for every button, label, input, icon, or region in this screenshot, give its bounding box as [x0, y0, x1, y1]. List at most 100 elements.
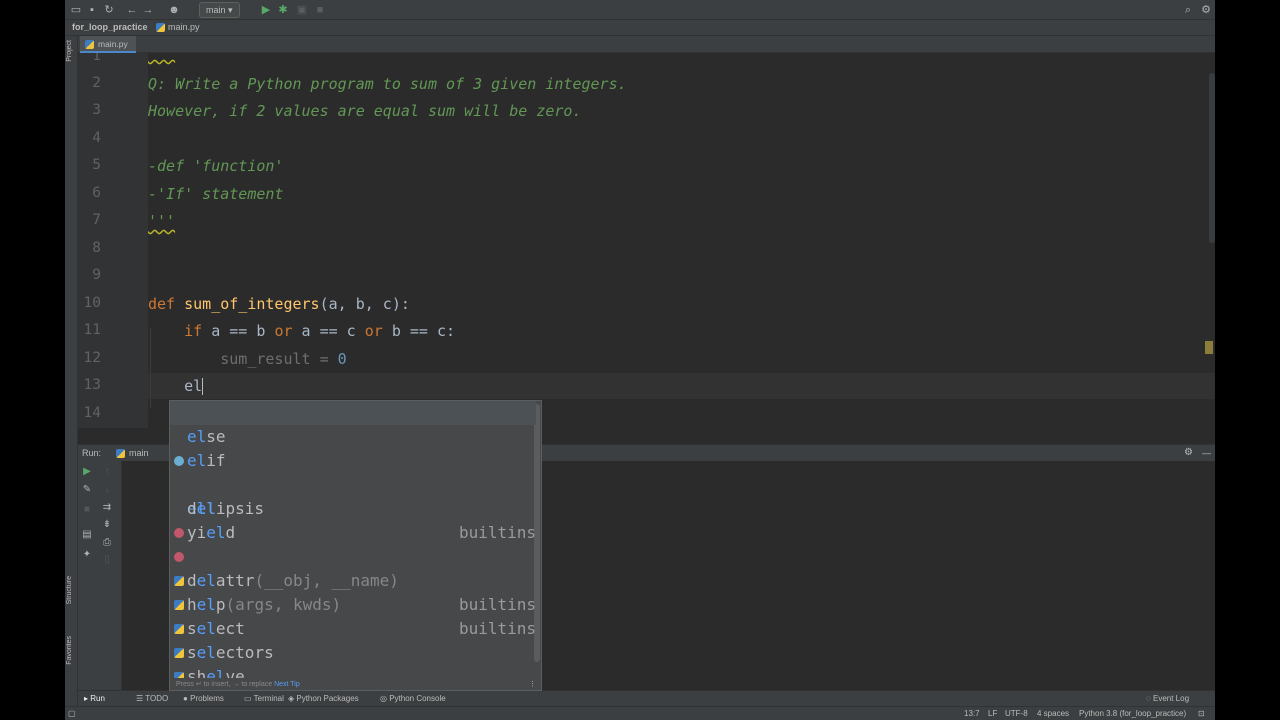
- line-number: 2: [92, 75, 101, 91]
- code-line-12: sum_result = 0: [148, 350, 347, 368]
- event-log-button[interactable]: ◌ Event Log: [1146, 691, 1189, 707]
- completion-item-else[interactable]: else: [170, 401, 536, 446]
- stop-icon[interactable]: ■: [81, 504, 93, 516]
- code-line-5: -def 'function': [148, 157, 284, 175]
- editor-tabs: main.py: [78, 36, 1215, 53]
- code-line-6: -'If' statement: [148, 185, 284, 203]
- function-kind-icon: [174, 528, 184, 538]
- file-encoding[interactable]: UTF-8: [1005, 707, 1028, 720]
- stop-icon[interactable]: ■: [312, 2, 328, 18]
- editor-scrollbar[interactable]: [1209, 73, 1215, 243]
- wrench-icon[interactable]: ✎: [81, 484, 93, 496]
- minimize-icon[interactable]: —: [1202, 445, 1211, 461]
- completion-item-yield[interactable]: yield: [170, 497, 536, 542]
- keyword: if: [184, 322, 203, 340]
- project-tool-button[interactable]: Project: [66, 40, 73, 62]
- python-packages-tool-button[interactable]: ◈ Python Packages: [288, 691, 359, 707]
- breadcrumb-project[interactable]: for_loop_practice: [72, 20, 148, 35]
- code-line-13: el: [148, 377, 204, 395]
- favorites-tool-button[interactable]: Favorites: [66, 636, 73, 665]
- completion-item-telnetlib[interactable]: telnetlib: [170, 641, 536, 665]
- tab-main-py[interactable]: main.py: [80, 36, 136, 53]
- run-tab-main[interactable]: main: [129, 445, 149, 461]
- left-tool-stripe: Project Structure Favorites: [65, 36, 78, 706]
- main-toolbar: ▭ ▪ ↻ ← → ☻ main ▾ ▶ ✱ ▣ ■ ⌕ ⚙: [65, 0, 1215, 20]
- forward-arrow-icon[interactable]: →: [140, 2, 156, 18]
- module-kind-icon: [174, 576, 184, 586]
- layout-icon[interactable]: ▤: [81, 529, 93, 541]
- line-number: 5: [92, 157, 101, 173]
- down-arrow-icon[interactable]: ↓: [101, 484, 113, 496]
- completion-item-selectors[interactable]: selectors: [170, 593, 536, 662]
- completion-item-delattr[interactable]: delattr(__obj, __name) builtins: [170, 521, 536, 614]
- terminal-tool-label: Terminal: [253, 694, 284, 703]
- print-icon[interactable]: ⎙: [101, 537, 113, 549]
- up-arrow-icon[interactable]: ↑: [101, 466, 113, 478]
- current-line-highlight: [148, 373, 1215, 399]
- module-kind-icon: [174, 600, 184, 610]
- line-separator[interactable]: LF: [988, 707, 997, 720]
- code-text: a == c: [292, 322, 365, 340]
- run-tool-label: Run: [90, 694, 105, 703]
- line-number: 12: [83, 350, 101, 366]
- status-bar: ▢ 13:7 LF UTF-8 4 spaces Python 3.8 (for…: [65, 706, 1215, 720]
- pin-icon[interactable]: ✦: [81, 549, 93, 561]
- search-icon[interactable]: ⌕: [1180, 2, 1196, 18]
- settings-gear-icon[interactable]: ⚙: [1184, 445, 1193, 461]
- python-interpreter[interactable]: Python 3.8 (for_loop_practice): [1079, 707, 1186, 720]
- line-number: 7: [92, 212, 101, 228]
- line-number: 1: [92, 53, 101, 64]
- line-number: 11: [83, 322, 101, 338]
- settings-gear-icon[interactable]: ⚙: [1198, 2, 1214, 18]
- save-icon[interactable]: ▪: [84, 2, 100, 18]
- module-kind-icon: [174, 648, 184, 658]
- line-number: 8: [92, 240, 101, 256]
- lock-icon[interactable]: ⊡: [1198, 707, 1205, 720]
- sync-icon[interactable]: ↻: [101, 2, 117, 18]
- run-icon[interactable]: ▶: [258, 2, 274, 18]
- scroll-to-end-icon[interactable]: ⇟: [101, 519, 113, 531]
- run-tool-button[interactable]: ▸ Run: [84, 691, 105, 707]
- user-icon[interactable]: ☻: [166, 2, 182, 18]
- problems-tool-button[interactable]: ● Problems: [183, 691, 224, 707]
- soft-wrap-icon[interactable]: ⇉: [101, 502, 113, 514]
- navigation-bar: for_loop_practice main.py: [65, 20, 1215, 36]
- debug-icon[interactable]: ✱: [275, 2, 291, 18]
- todo-tool-label: TODO: [145, 694, 169, 703]
- structure-tool-button[interactable]: Structure: [66, 576, 73, 604]
- terminal-tool-button[interactable]: ▭ Terminal: [244, 691, 284, 707]
- breadcrumb-file[interactable]: main.py: [168, 20, 200, 35]
- completion-item-elif[interactable]: elif: [170, 425, 536, 470]
- keyword: or: [364, 322, 383, 340]
- completion-item-shelve[interactable]: shelve: [170, 617, 536, 686]
- line-number: 10: [83, 295, 101, 311]
- run-configuration-select[interactable]: main ▾: [199, 2, 240, 18]
- line-number: 6: [92, 185, 101, 201]
- completion-item-select[interactable]: select: [170, 569, 536, 638]
- bottom-tool-bar: ▸ Run ☰ TODO ● Problems ▭ Terminal ◈ Pyt…: [78, 690, 1215, 706]
- number-literal: 0: [337, 350, 347, 368]
- trash-icon[interactable]: ▯: [101, 554, 113, 566]
- code-editor[interactable]: 1 2 3 4 5 6 7 8 9 10 11 12 13 14 ''' Q: …: [78, 53, 1215, 428]
- variable-kind-icon: [174, 456, 184, 466]
- layout-toggle-icon[interactable]: ▢: [68, 707, 76, 720]
- completion-item-help[interactable]: help(args, kwds) builtins: [170, 545, 536, 638]
- rerun-icon[interactable]: ▶: [81, 466, 93, 478]
- warning-marker[interactable]: [1205, 341, 1213, 354]
- indent-setting[interactable]: 4 spaces: [1037, 707, 1069, 720]
- line-number-gutter: 1 2 3 4 5 6 7 8 9 10 11 12 13 14: [78, 53, 148, 428]
- typed-text: el: [184, 377, 203, 395]
- completion-item-ellipsis[interactable]: ellipsis builtins: [170, 449, 536, 542]
- line-number: 4: [92, 130, 101, 146]
- next-tip-link[interactable]: Next Tip: [274, 681, 300, 688]
- caret-position[interactable]: 13:7: [964, 707, 980, 720]
- coverage-icon[interactable]: ▣: [294, 2, 310, 18]
- completion-item-del[interactable]: del: [170, 473, 536, 518]
- todo-tool-button[interactable]: ☰ TODO: [136, 691, 168, 707]
- open-folder-icon[interactable]: ▭: [68, 2, 84, 18]
- line-number: 9: [92, 267, 101, 283]
- indent-guide: [150, 328, 151, 408]
- python-console-tool-button[interactable]: ◎ Python Console: [380, 691, 446, 707]
- more-options-icon[interactable]: ⋮: [529, 678, 536, 690]
- back-arrow-icon[interactable]: ←: [124, 2, 140, 18]
